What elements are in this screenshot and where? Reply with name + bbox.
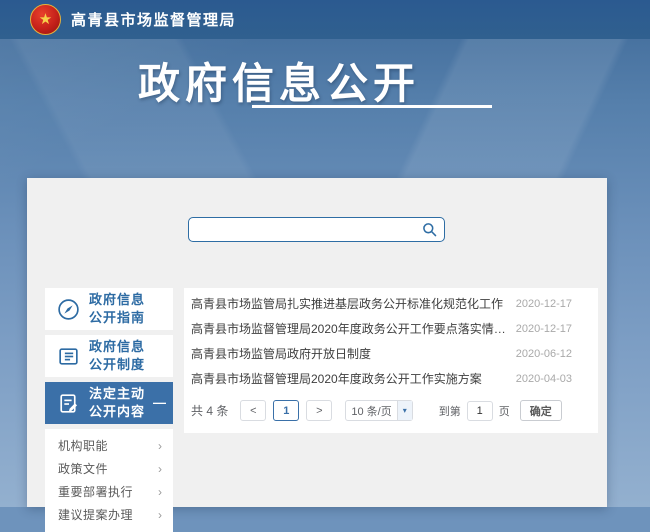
submenu-item-policy-documents[interactable]: 政策文件 › — [45, 457, 173, 480]
sidebar-item-label: 政府信息 公开制度 — [89, 338, 145, 373]
submenu-item-org-functions[interactable]: 机构职能 › — [45, 434, 173, 457]
sidebar-submenu: 机构职能 › 政策文件 › 重要部署执行 › 建议提案办理 › — [45, 429, 173, 532]
next-page-button[interactable]: > — [306, 400, 332, 421]
goto-page-input[interactable] — [467, 401, 493, 421]
page-size-select[interactable]: 10 条/页 ▾ — [345, 400, 412, 421]
news-list-panel: 高青县市场监管局扎实推进基层政务公开标准化规范化工作 2020-12-17 高青… — [184, 288, 598, 433]
search-icon[interactable] — [421, 221, 438, 238]
sidebar-item-disclosure-guide[interactable]: 政府信息 公开指南 — [45, 288, 173, 330]
prev-page-button[interactable]: < — [240, 400, 266, 421]
submenu-item-proposal-handling[interactable]: 建议提案办理 › — [45, 503, 173, 526]
sidebar-item-label: 法定主动 公开内容 — [89, 385, 145, 420]
page-number-button[interactable]: 1 — [273, 400, 299, 421]
national-emblem-icon: ★ — [30, 4, 61, 35]
news-item-link[interactable]: 高青县市场监督管理局2020年度政务公开工作实施方案 2020-04-03 — [184, 366, 598, 391]
news-date: 2020-12-17 — [516, 298, 572, 310]
chevron-right-icon: › — [158, 462, 162, 476]
sidebar-item-disclosure-system[interactable]: 政府信息 公开制度 — [45, 335, 173, 377]
search-bar — [188, 217, 445, 242]
compass-icon — [56, 297, 81, 322]
pagination-bar: 共 4 条 < 1 > 10 条/页 ▾ 到第 页 确定 — [184, 400, 598, 421]
title-underline — [252, 105, 492, 108]
chevron-right-icon: › — [158, 485, 162, 499]
sidebar-item-label: 政府信息 公开指南 — [89, 291, 145, 326]
news-date: 2020-04-03 — [516, 373, 572, 385]
site-header: ★ 高青县市场监督管理局 — [0, 0, 650, 39]
submenu-item-deployment-execution[interactable]: 重要部署执行 › — [45, 480, 173, 503]
confirm-button[interactable]: 确定 — [520, 400, 562, 421]
news-date: 2020-06-12 — [516, 348, 572, 360]
chevron-right-icon: › — [158, 508, 162, 522]
goto-suffix-label: 页 — [499, 403, 510, 419]
edit-doc-icon — [56, 391, 81, 416]
chevron-right-icon: › — [158, 439, 162, 453]
news-item-link[interactable]: 高青县市场监管局政府开放日制度 2020-06-12 — [184, 341, 598, 366]
chevron-down-icon: ▾ — [397, 401, 412, 420]
sidebar-item-statutory-disclosure[interactable]: 法定主动 公开内容 — — [45, 382, 173, 424]
goto-page-group: 到第 页 确定 — [439, 400, 562, 421]
page-title: 政府信息公开 — [138, 50, 420, 111]
goto-prefix-label: 到第 — [439, 403, 461, 419]
content-card: 政府信息 公开指南 政府信息 公开制度 — [27, 178, 607, 507]
pagination-total: 共 4 条 — [191, 402, 228, 419]
collapse-indicator-icon[interactable]: — — [153, 395, 166, 410]
news-date: 2020-12-17 — [516, 323, 572, 335]
site-name[interactable]: 高青县市场监督管理局 — [71, 9, 236, 30]
sidebar-menu: 政府信息 公开指南 政府信息 公开制度 — [45, 288, 173, 532]
search-input[interactable] — [188, 217, 445, 242]
list-icon — [56, 344, 81, 369]
news-item-link[interactable]: 高青县市场监督管理局2020年度政务公开工作要点落实情况报告 2020-12-1… — [184, 316, 598, 341]
news-item-link[interactable]: 高青县市场监管局扎实推进基层政务公开标准化规范化工作 2020-12-17 — [184, 291, 598, 316]
